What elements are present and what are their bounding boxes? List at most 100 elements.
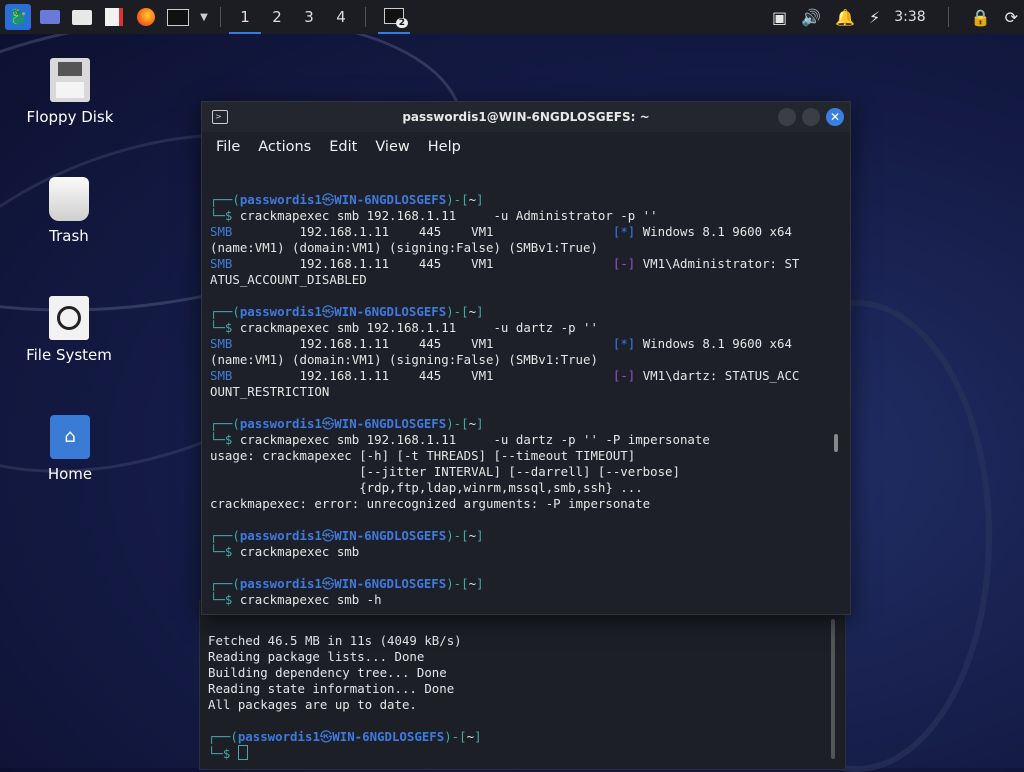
workspace-4[interactable]: 4: [325, 0, 357, 34]
prompt-bracket: )-[: [446, 192, 469, 207]
panel-separator: [947, 7, 949, 27]
output-host: VM1: [471, 368, 591, 383]
prompt-user: passwordis1: [239, 576, 322, 591]
launcher-dropdown[interactable]: ▼: [196, 3, 212, 31]
prompt-host: WIN-6NGDLOSGEFS: [334, 576, 447, 591]
file-manager-launcher[interactable]: [68, 3, 96, 31]
output-ip: 192.168.1.11: [299, 224, 419, 239]
output-message: VM1\Administrator: ST: [642, 256, 800, 271]
prompt-dir: ~: [468, 416, 477, 431]
prompt-symbol: └─$: [210, 320, 240, 335]
prompt-symbol: └─$: [210, 208, 240, 223]
notes-icon[interactable]: ▣: [772, 8, 787, 27]
prompt-bracket: ┌──(: [210, 528, 240, 543]
prompt-user: passwordis1: [239, 416, 322, 431]
command-text: crackmapexec smb 192.168.1.11 -u Adminis…: [239, 208, 658, 223]
prompt-bracket: )-[: [446, 416, 469, 431]
terminal-launcher[interactable]: [164, 3, 192, 31]
output-port: 445: [418, 336, 472, 351]
panel-separator: [220, 7, 221, 27]
prompt-dir: ~: [468, 576, 477, 591]
prompt-user: passwordis1: [237, 729, 320, 744]
taskbar-terminal-group[interactable]: 2: [378, 0, 410, 34]
menu-actions[interactable]: Actions: [258, 139, 311, 155]
workspace-2[interactable]: 2: [261, 0, 293, 34]
lock-screen-icon[interactable]: 🔒: [971, 8, 991, 27]
menu-edit[interactable]: Edit: [329, 139, 357, 155]
output-port: 445: [418, 368, 472, 383]
prompt-dir: ~: [468, 304, 477, 319]
chevron-down-icon: ▼: [200, 11, 208, 23]
kali-dragon-icon: 🐉: [5, 4, 31, 30]
workspace-1[interactable]: 1: [229, 0, 261, 34]
background-terminal-window[interactable]: Fetched 46.5 MB in 11s (4049 kB/s) Readi…: [199, 600, 846, 770]
command-text: crackmapexec smb 192.168.1.11 -u dartz -…: [239, 432, 710, 447]
status-marker: [*]: [612, 224, 636, 239]
desktop-icon-home[interactable]: ⌂ Home: [10, 415, 130, 483]
prompt-bracket: ┌──(: [210, 192, 240, 207]
desktop-icon-file-system[interactable]: File System: [9, 296, 129, 364]
output-line: ATUS_ACCOUNT_DISABLED: [210, 272, 367, 287]
menu-file[interactable]: File: [216, 139, 240, 155]
prompt-bracket: )-[: [446, 304, 469, 319]
output-line: All packages are up to date.: [208, 697, 417, 712]
notification-bell-icon[interactable]: 🔔: [835, 8, 855, 27]
output-line: Building dependency tree... Done: [208, 665, 447, 680]
window-title: passwordis1@WIN-6NGDLOSGEFS: ~: [402, 110, 650, 124]
prompt-bracket: ]: [476, 416, 484, 431]
output-port: 445: [418, 224, 472, 239]
terminal-titlebar[interactable]: > passwordis1@WIN-6NGDLOSGEFS: ~ ✕: [202, 102, 850, 132]
show-desktop-button[interactable]: [36, 3, 64, 31]
output-line: usage: crackmapexec [-h] [-t THREADS] [-…: [210, 448, 636, 463]
prompt-host: WIN-6NGDLOSGEFS: [334, 304, 447, 319]
volume-icon[interactable]: 🔊: [801, 8, 821, 27]
workspace-3[interactable]: 3: [293, 0, 325, 34]
clock[interactable]: 3:38: [894, 9, 925, 25]
text-editor-launcher[interactable]: [100, 3, 128, 31]
terminal-output[interactable]: ┌──(passwordis1㉿WIN-6NGDLOSGEFS)-[~] └─$…: [210, 176, 799, 608]
firefox-icon: [137, 8, 155, 26]
prompt-host: WIN-6NGDLOSGEFS: [334, 416, 447, 431]
prompt-host: WIN-6NGDLOSGEFS: [334, 192, 447, 207]
home-folder-icon: ⌂: [50, 415, 90, 459]
prompt-bracket: ]: [476, 304, 484, 319]
maximize-button[interactable]: [802, 108, 820, 126]
prompt-dir: ~: [468, 192, 477, 207]
output-port: 445: [418, 256, 472, 271]
trash-icon: [49, 177, 89, 221]
kali-menu-button[interactable]: 🐉: [4, 3, 32, 31]
minimize-button[interactable]: [778, 108, 796, 126]
terminal-menubar: File Actions Edit View Help: [202, 132, 850, 162]
output-line: {rdp,ftp,ldap,winrm,mssql,smb,ssh} ...: [210, 480, 643, 495]
terminal-window[interactable]: > passwordis1@WIN-6NGDLOSGEFS: ~ ✕ File …: [201, 101, 851, 615]
scrollbar[interactable]: [834, 434, 838, 452]
command-text: crackmapexec smb 192.168.1.11 -u dartz -…: [239, 320, 598, 335]
top-panel: 🐉 ▼ 1 2 3 4 2 ▣ 🔊 🔔 ⚡ 3:38 🔒 ⟳: [0, 0, 1024, 34]
logout-icon[interactable]: ⟳: [1005, 8, 1018, 27]
desktop-icon-floppy-disk[interactable]: Floppy Disk: [10, 58, 130, 126]
output-line: [--jitter INTERVAL] [--darrell] [--verbo…: [210, 464, 680, 479]
smb-tag: SMB: [210, 336, 300, 351]
power-manager-icon[interactable]: ⚡: [869, 8, 880, 27]
prompt-bracket: ┌──(: [210, 576, 240, 591]
prompt-host: WIN-6NGDLOSGEFS: [332, 729, 445, 744]
folder-icon: [72, 9, 92, 25]
scrollbar[interactable]: [831, 619, 835, 759]
prompt-at-symbol: ㉿: [321, 192, 335, 207]
prompt-bracket: ]: [476, 576, 484, 591]
firefox-launcher[interactable]: [132, 3, 160, 31]
output-line: OUNT_RESTRICTION: [210, 384, 330, 399]
output-line: Reading package lists... Done: [208, 649, 425, 664]
prompt-at-symbol: ㉿: [321, 304, 335, 319]
close-button[interactable]: ✕: [826, 108, 844, 126]
smb-tag: SMB: [210, 224, 300, 239]
desktop-icon-label: Home: [47, 465, 93, 483]
prompt-bracket: ]: [476, 528, 484, 543]
file-system-icon: [49, 296, 89, 340]
desktop-icon-trash[interactable]: Trash: [9, 177, 129, 245]
output-ip: 192.168.1.11: [299, 256, 419, 271]
menu-view[interactable]: View: [375, 139, 409, 155]
output-line: (name:VM1) (domain:VM1) (signing:False) …: [210, 352, 598, 367]
menu-help[interactable]: Help: [428, 139, 461, 155]
text-editor-icon: [105, 8, 123, 26]
